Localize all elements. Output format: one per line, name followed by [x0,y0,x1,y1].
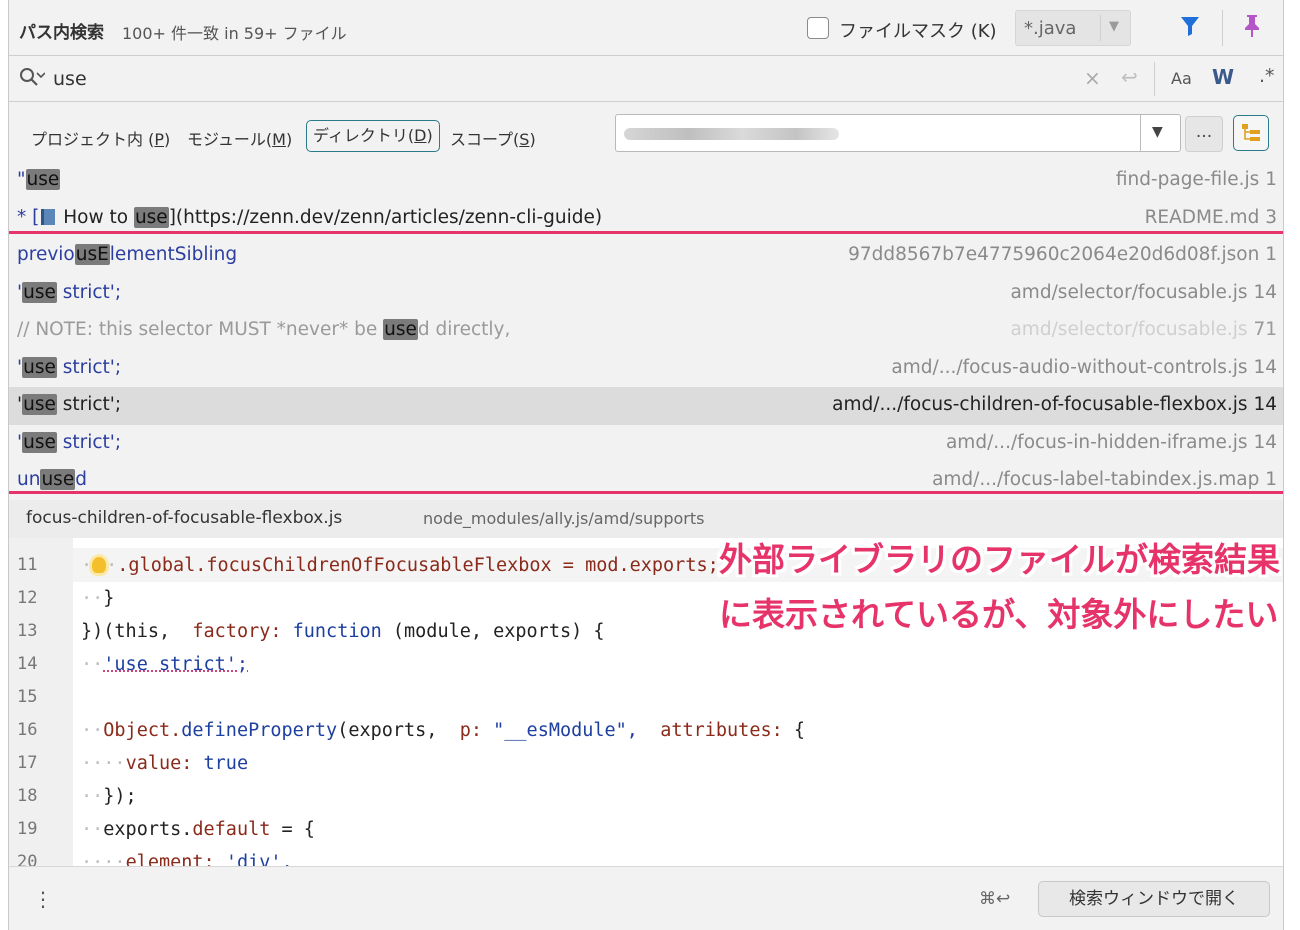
match-case-button[interactable]: Aa [1171,69,1192,88]
tab-scope[interactable]: スコープ(S) [450,125,536,155]
result-row[interactable]: "use find-page-file.js 1 [9,162,1283,200]
pin-icon[interactable] [1243,14,1261,42]
preview-file-name: focus-children-of-focusable-flexbox.js [26,508,343,528]
directory-combo-divider [1140,115,1141,151]
code-line: 15 [17,687,38,707]
find-in-path-dialog: パス内検索 100+ 件一致 in 59+ ファイル ファイルマスク (K) *… [8,0,1284,930]
code-line: 16 ··Object.defineProperty(exports, p: "… [17,720,806,741]
more-options-icon[interactable]: ⋮ [33,887,53,911]
file-mask-divider [1100,15,1101,41]
file-mask-combo[interactable]: *.java ▼ [1015,10,1131,46]
scope-bar: プロジェクト内 (P) モジュール(M) ディレクトリ(D) スコープ(S) ▼… [9,102,1283,162]
filter-icon[interactable] [1180,15,1200,41]
dialog-footer: ⋮ ⌘↩ 検索ウィンドウで開く [9,866,1283,930]
browse-button[interactable]: ... [1185,116,1223,152]
result-row[interactable]: // NOTE: this selector MUST *never* be u… [9,312,1283,350]
search-divider [1154,62,1155,96]
code-line: 17 ····value: true [17,753,249,774]
dialog-header: パス内検索 100+ 件一致 in 59+ ファイル ファイルマスク (K) *… [9,0,1283,56]
tab-module[interactable]: モジュール(M) [187,125,292,155]
tab-project[interactable]: プロジェクト内 (P) [31,125,170,155]
code-line: 19 ··exports.default = { [17,819,315,840]
whole-words-button[interactable]: W [1212,65,1234,89]
clear-search-icon[interactable]: × [1084,66,1101,90]
code-line: 18 ··}); [17,786,137,807]
code-line: 20 ····element: 'div', [17,852,293,866]
search-input[interactable] [53,65,553,93]
result-row[interactable]: 'use strict'; amd/selector/focusable.js … [9,275,1283,313]
result-row-selected[interactable]: 'use strict'; amd/.../focus-children-of-… [9,387,1283,425]
search-icon[interactable] [19,67,46,93]
regex-button[interactable]: .* [1259,65,1275,87]
results-list: "use find-page-file.js 1 * [ How to use]… [9,162,1283,500]
file-mask-value: *.java [1024,18,1077,39]
open-in-find-window-button[interactable]: 検索ウィンドウで開く [1038,881,1270,917]
preview-file-path: node_modules/ally.js/amd/supports [423,509,705,528]
match-count: 100+ 件一致 in 59+ ファイル [122,24,347,43]
code-line: 14 ··'use strict'; [17,654,249,675]
lightbulb-icon[interactable] [92,557,107,573]
chevron-down-icon[interactable]: ▼ [1152,124,1163,140]
file-mask-label[interactable]: ファイルマスク (K) [839,17,997,43]
recursive-tree-icon[interactable] [1233,115,1269,151]
result-row[interactable]: 'use strict'; amd/.../focus-audio-withou… [9,350,1283,388]
result-row[interactable]: 'use strict'; amd/.../focus-in-hidden-if… [9,425,1283,463]
book-icon [41,208,56,225]
newline-icon[interactable]: ↩ [1121,65,1138,89]
result-row[interactable]: * [ How to use](https://zenn.dev/zenn/ar… [9,200,1283,238]
header-divider [1222,10,1223,46]
dialog-title: パス内検索 [19,23,104,43]
directory-path-blurred [624,128,839,140]
shortcut-hint: ⌘↩ [979,889,1011,909]
result-row[interactable]: previousElementSibling 97dd8567b7e477596… [9,237,1283,275]
annotation-text: 外部ライブラリのファイルが検索結果 に表示されているが、対象外にしたい [719,540,1280,634]
search-bar: × ↩ Aa W .* [9,56,1283,102]
result-row[interactable]: unused amd/.../focus-label-tabindex.js.m… [9,462,1283,500]
tab-directory[interactable]: ディレクトリ(D) [306,120,440,152]
file-mask-checkbox[interactable] [807,17,829,39]
directory-combo[interactable]: ▼ [615,114,1181,152]
chevron-down-icon[interactable]: ▼ [1109,19,1119,34]
